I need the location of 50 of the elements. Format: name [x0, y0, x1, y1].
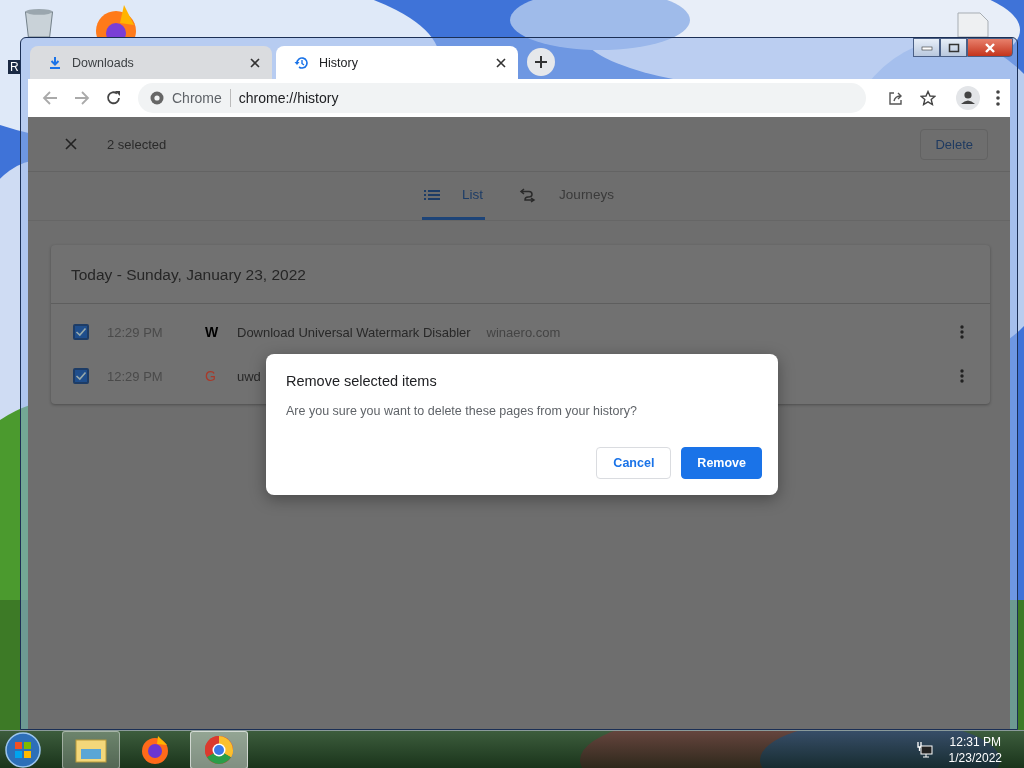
checkbox[interactable]: [73, 324, 89, 340]
chrome-icon: [150, 91, 164, 105]
network-icon[interactable]: [914, 740, 933, 759]
minimize-button[interactable]: [913, 38, 940, 57]
site-label: Chrome: [172, 90, 222, 106]
remove-button[interactable]: Remove: [681, 447, 762, 479]
tab-title: Downloads: [72, 55, 135, 70]
desktop-icon-label[interactable]: R: [8, 60, 21, 74]
reload-icon[interactable]: [106, 90, 122, 106]
menu-icon[interactable]: [996, 90, 1000, 106]
recycle-bin-icon[interactable]: [22, 8, 56, 37]
close-button[interactable]: [967, 38, 1013, 57]
checkbox[interactable]: [73, 368, 89, 384]
plus-icon: [534, 55, 548, 69]
profile-icon[interactable]: [956, 86, 980, 110]
minimize-icon: [920, 44, 933, 51]
journeys-icon: [519, 186, 538, 203]
chrome-icon: [204, 734, 234, 765]
taskbar-app-button[interactable]: [62, 730, 120, 768]
close-icon: [983, 42, 997, 53]
dialog-message: Are you sure you want to delete these pages from your history?: [286, 404, 638, 418]
history-icon: [294, 55, 309, 70]
dialog-title: Remove selected items: [286, 373, 438, 389]
taskbar-app-button[interactable]: [190, 730, 248, 768]
favicon: W: [205, 324, 220, 340]
star-icon[interactable]: [920, 90, 936, 106]
page-title-link[interactable]: Download Universal Watermark Disabler: [237, 324, 471, 340]
tab-title: History: [319, 55, 359, 70]
page-title-link[interactable]: uwd: [237, 368, 261, 384]
browser-tab[interactable]: Downloads: [30, 46, 272, 79]
more-icon[interactable]: [960, 369, 964, 383]
share-icon[interactable]: [888, 90, 904, 106]
clock[interactable]: 12:31 PM 1/23/2022: [948, 733, 1002, 766]
maximize-button[interactable]: [940, 38, 967, 57]
date-heading: Today - Sunday, January 23, 2022: [51, 245, 990, 304]
url-text: chrome://history: [238, 90, 339, 106]
selection-count: 2 selected: [107, 136, 168, 152]
start-button[interactable]: [4, 730, 42, 768]
address-bar[interactable]: Chrome chrome://history: [138, 83, 866, 113]
favicon: G: [205, 368, 217, 384]
maximize-icon: [947, 42, 960, 53]
folder-icon: [75, 736, 107, 763]
download-icon: [48, 55, 62, 70]
firefox-icon: [140, 734, 170, 765]
more-icon[interactable]: [960, 325, 964, 339]
browser-tab[interactable]: History: [276, 46, 518, 79]
close-icon[interactable]: [250, 57, 260, 68]
cancel-button[interactable]: Cancel: [596, 447, 672, 479]
list-icon: [424, 188, 441, 201]
close-icon[interactable]: [496, 57, 506, 68]
